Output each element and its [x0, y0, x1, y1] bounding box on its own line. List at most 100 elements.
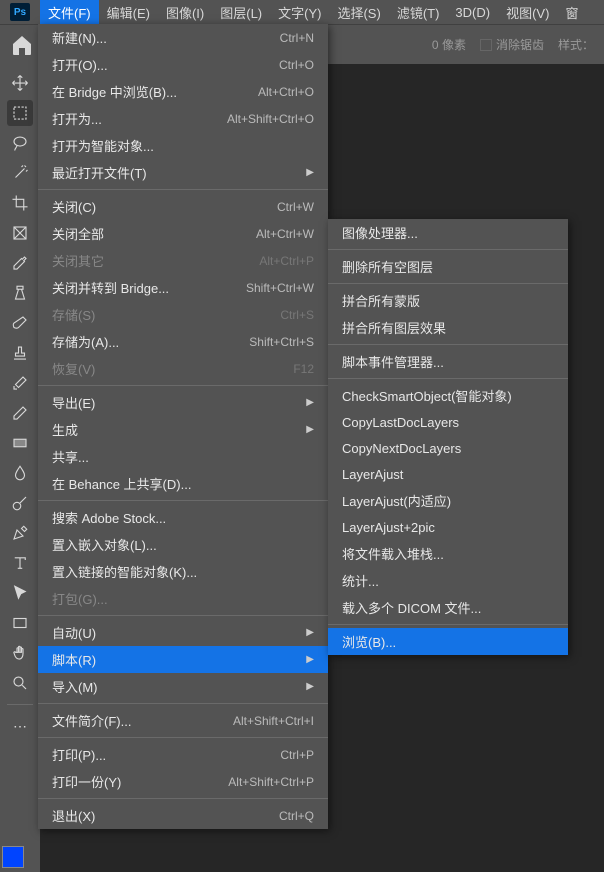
menu-item-label: 在 Behance 上共享(D)... [52, 474, 314, 493]
scripts-menu-item[interactable]: LayerAjust(内适应) [328, 487, 568, 514]
file-menu-item[interactable]: 在 Behance 上共享(D)... [38, 470, 328, 497]
menu-edit[interactable]: 编辑(E) [99, 0, 158, 25]
home-icon[interactable] [10, 33, 34, 57]
file-menu-item[interactable]: 置入嵌入对象(L)... [38, 531, 328, 558]
file-menu-item[interactable]: 最近打开文件(T)▶ [38, 159, 328, 186]
menu-item-label: 自动(U) [52, 623, 298, 642]
file-menu-item[interactable]: 打开为智能对象... [38, 132, 328, 159]
menu-item-label: 拼合所有蒙版 [342, 291, 554, 310]
file-menu-item[interactable]: 打印(P)...Ctrl+P [38, 741, 328, 768]
move-tool[interactable] [7, 70, 33, 96]
scripts-menu-separator [328, 624, 568, 625]
menu-item-label: 共享... [52, 447, 314, 466]
antialias-check[interactable]: 消除锯齿 [480, 36, 544, 53]
scripts-menu-item[interactable]: 载入多个 DICOM 文件... [328, 594, 568, 621]
menu-item-shortcut: Ctrl+W [277, 200, 314, 214]
menu-item-label: 关闭(C) [52, 197, 261, 216]
file-menu-item[interactable]: 文件简介(F)...Alt+Shift+Ctrl+I [38, 707, 328, 734]
scripts-menu-item[interactable]: 将文件载入堆栈... [328, 540, 568, 567]
file-menu-item[interactable]: 新建(N)...Ctrl+N [38, 24, 328, 51]
style-label: 样式： [558, 36, 594, 53]
edit-toolbar-icon[interactable]: ⋯ [7, 713, 33, 739]
menu-window[interactable]: 窗 [557, 0, 586, 25]
scripts-menu-separator [328, 344, 568, 345]
menu-item-label: 搜索 Adobe Stock... [52, 508, 314, 527]
menubar: Ps 文件(F) 编辑(E) 图像(I) 图层(L) 文字(Y) 选择(S) 滤… [0, 0, 604, 24]
file-menu-item[interactable]: 共享... [38, 443, 328, 470]
path-select-tool[interactable] [7, 580, 33, 606]
file-menu-item[interactable]: 关闭并转到 Bridge...Shift+Ctrl+W [38, 274, 328, 301]
history-brush-tool[interactable] [7, 370, 33, 396]
file-menu-item[interactable]: 打开为... Alt+Shift+Ctrl+O [38, 105, 328, 132]
menu-view[interactable]: 视图(V) [498, 0, 557, 25]
gradient-tool[interactable] [7, 430, 33, 456]
menu-image[interactable]: 图像(I) [158, 0, 212, 25]
file-menu-item[interactable]: 存储为(A)...Shift+Ctrl+S [38, 328, 328, 355]
file-menu-separator [38, 737, 328, 738]
file-menu-item[interactable]: 自动(U)▶ [38, 619, 328, 646]
scripts-menu-item[interactable]: LayerAjust+2pic [328, 514, 568, 540]
dodge-tool[interactable] [7, 490, 33, 516]
file-menu-dropdown: 新建(N)...Ctrl+N打开(O)...Ctrl+O在 Bridge 中浏览… [38, 24, 328, 829]
scripts-menu-item[interactable]: 脚本事件管理器... [328, 348, 568, 375]
file-menu-item[interactable]: 关闭(C) Ctrl+W [38, 193, 328, 220]
brush-tool[interactable] [7, 310, 33, 336]
foreground-color[interactable] [2, 846, 24, 868]
frame-tool[interactable] [7, 220, 33, 246]
menu-item-shortcut: Ctrl+O [279, 58, 314, 72]
stamp-tool[interactable] [7, 340, 33, 366]
hand-tool[interactable] [7, 640, 33, 666]
pen-tool[interactable] [7, 520, 33, 546]
scripts-menu-separator [328, 378, 568, 379]
eyedropper-tool[interactable] [7, 250, 33, 276]
menu-type[interactable]: 文字(Y) [270, 0, 329, 25]
crop-tool[interactable] [7, 190, 33, 216]
scripts-menu-item[interactable]: LayerAjust [328, 461, 568, 487]
menu-item-shortcut: Alt+Shift+Ctrl+O [227, 112, 314, 126]
file-menu-item[interactable]: 打开(O)...Ctrl+O [38, 51, 328, 78]
menu-layer[interactable]: 图层(L) [212, 0, 270, 25]
zoom-tool[interactable] [7, 670, 33, 696]
file-menu-item[interactable]: 导出(E)▶ [38, 389, 328, 416]
menu-3d[interactable]: 3D(D) [447, 2, 498, 23]
healing-tool[interactable] [7, 280, 33, 306]
menu-item-label: 关闭并转到 Bridge... [52, 278, 230, 297]
menu-file[interactable]: 文件(F) [40, 0, 99, 25]
file-menu-item[interactable]: 置入链接的智能对象(K)... [38, 558, 328, 585]
file-menu-item[interactable]: 在 Bridge 中浏览(B)...Alt+Ctrl+O [38, 78, 328, 105]
menu-item-label: 置入链接的智能对象(K)... [52, 562, 314, 581]
menu-item-label: 打开为... [52, 109, 211, 128]
menu-filter[interactable]: 滤镜(T) [389, 0, 448, 25]
scripts-menu-item[interactable]: 删除所有空图层 [328, 253, 568, 280]
menu-item-label: 最近打开文件(T) [52, 163, 298, 182]
blur-tool[interactable] [7, 460, 33, 486]
file-menu-item[interactable]: 搜索 Adobe Stock... [38, 504, 328, 531]
magic-wand-tool[interactable] [7, 160, 33, 186]
file-menu-item[interactable]: 打印一份(Y)Alt+Shift+Ctrl+P [38, 768, 328, 795]
scripts-menu-item[interactable]: CopyNextDocLayers [328, 435, 568, 461]
scripts-menu-item[interactable]: 拼合所有图层效果 [328, 314, 568, 341]
scripts-menu-item[interactable]: 浏览(B)... [328, 628, 568, 655]
file-menu-item[interactable]: 脚本(R)▶ [38, 646, 328, 673]
menu-item-label: 存储为(A)... [52, 332, 233, 351]
scripts-menu-item[interactable]: 图像处理器... [328, 219, 568, 246]
lasso-tool[interactable] [7, 130, 33, 156]
menu-item-label: 新建(N)... [52, 28, 264, 47]
file-menu-item[interactable]: 生成▶ [38, 416, 328, 443]
rectangle-tool[interactable] [7, 610, 33, 636]
menu-select[interactable]: 选择(S) [329, 0, 388, 25]
file-menu-item[interactable]: 退出(X)Ctrl+Q [38, 802, 328, 829]
marquee-tool[interactable] [7, 100, 33, 126]
menu-item-label: 恢复(V) [52, 359, 277, 378]
menu-item-label: 打开为智能对象... [52, 136, 314, 155]
scripts-menu-item[interactable]: CheckSmartObject(智能对象) [328, 382, 568, 409]
menu-item-label: 脚本(R) [52, 650, 298, 669]
scripts-menu-item[interactable]: CopyLastDocLayers [328, 409, 568, 435]
scripts-menu-item[interactable]: 统计... [328, 567, 568, 594]
file-menu-item: 打包(G)... [38, 585, 328, 612]
type-tool[interactable] [7, 550, 33, 576]
file-menu-item[interactable]: 导入(M)▶ [38, 673, 328, 700]
scripts-menu-item[interactable]: 拼合所有蒙版 [328, 287, 568, 314]
eraser-tool[interactable] [7, 400, 33, 426]
file-menu-item[interactable]: 关闭全部Alt+Ctrl+W [38, 220, 328, 247]
